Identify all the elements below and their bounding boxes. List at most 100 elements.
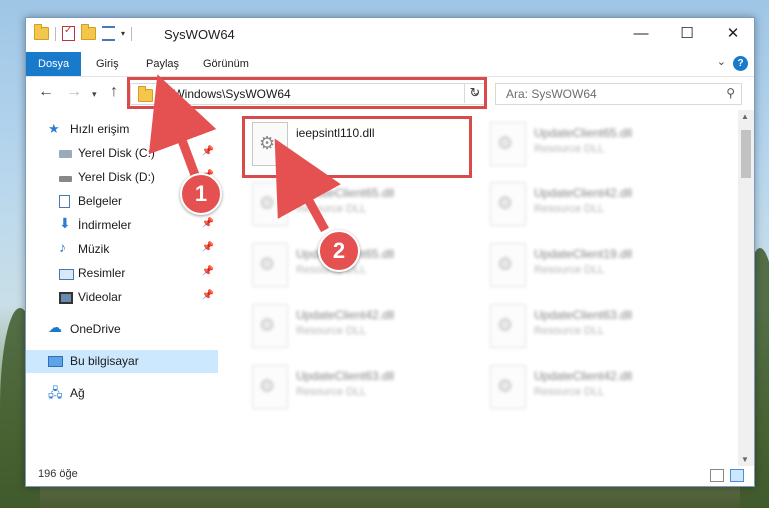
dll-file-icon bbox=[490, 243, 526, 287]
star-icon: ★ bbox=[48, 121, 60, 136]
file-type: Resource DLL bbox=[534, 325, 605, 337]
dll-file-icon bbox=[490, 122, 526, 166]
sidebar-item-label: İndirmeler bbox=[78, 218, 132, 232]
navigation-pane: ★ Hızlı erişim Yerel Disk (C:) 📌 Yerel D… bbox=[26, 110, 218, 466]
search-placeholder: Ara: SysWOW64 bbox=[506, 87, 597, 101]
sidebar-item-this-pc[interactable]: Bu bilgisayar bbox=[26, 350, 218, 373]
dll-file-icon bbox=[252, 365, 288, 409]
pin-icon[interactable]: 📌 bbox=[202, 290, 214, 301]
tab-home[interactable]: Giriş bbox=[84, 52, 131, 76]
step-badge-1: 1 bbox=[180, 173, 222, 215]
folder-icon bbox=[34, 24, 49, 40]
sidebar-item-pictures[interactable]: Resimler 📌 bbox=[26, 262, 218, 285]
close-button[interactable]: ✕ bbox=[710, 18, 754, 48]
chevron-up-icon[interactable]: ⌄ bbox=[717, 55, 726, 68]
title-bar: ▾ SysWOW64 — ☐ ✕ bbox=[26, 18, 754, 52]
sidebar-item-network[interactable]: 🖧 Ağ bbox=[26, 382, 218, 405]
new-folder-icon[interactable] bbox=[81, 24, 96, 40]
item-count: 196 öğe bbox=[38, 468, 78, 480]
document-icon bbox=[59, 195, 70, 208]
file-item[interactable]: UpdateClient65.dll Resource DLL bbox=[484, 120, 704, 170]
recent-locations-icon[interactable]: ▾ bbox=[92, 89, 97, 100]
file-item[interactable]: UpdateClient42.dll Resource DLL bbox=[484, 363, 704, 413]
sidebar-item-label: Resimler bbox=[78, 266, 126, 280]
file-name: UpdateClient63.dll bbox=[534, 308, 633, 322]
file-type: Resource DLL bbox=[534, 386, 605, 398]
video-icon bbox=[59, 292, 73, 304]
sidebar-item-music[interactable]: ♪ Müzik 📌 bbox=[26, 238, 218, 261]
tab-share[interactable]: Paylaş bbox=[134, 52, 191, 76]
file-name: UpdateClient42.dll bbox=[534, 369, 633, 383]
sidebar-item-disk-c[interactable]: Yerel Disk (C:) 📌 bbox=[26, 142, 218, 165]
file-type: Resource DLL bbox=[296, 203, 367, 215]
download-icon: ⬇ bbox=[59, 215, 71, 231]
chevron-down-icon[interactable]: ▾ bbox=[121, 29, 125, 38]
search-input[interactable]: Ara: SysWOW64 ⚲ bbox=[495, 83, 742, 105]
details-view-icon[interactable] bbox=[710, 469, 724, 482]
customize-toolbar-icon[interactable] bbox=[102, 26, 115, 41]
pin-icon[interactable]: 📌 bbox=[202, 146, 214, 157]
file-highlight bbox=[242, 116, 472, 178]
quick-access-toolbar: ▾ bbox=[34, 24, 133, 41]
minimize-button[interactable]: — bbox=[618, 18, 664, 48]
cloud-icon: ☁ bbox=[48, 319, 62, 335]
dll-file-icon bbox=[252, 304, 288, 348]
scrollbar-thumb[interactable] bbox=[741, 130, 751, 178]
file-item[interactable]: UpdateClient65.dll Resource DLL bbox=[246, 180, 466, 230]
sidebar-item-label: Ağ bbox=[70, 386, 85, 400]
sidebar-item-videos[interactable]: Videolar 📌 bbox=[26, 286, 218, 309]
pin-icon[interactable]: 📌 bbox=[202, 218, 214, 229]
dll-file-icon bbox=[252, 243, 288, 287]
back-arrow-icon[interactable]: ← bbox=[38, 83, 54, 101]
file-type: Resource DLL bbox=[534, 264, 605, 276]
file-type: Resource DLL bbox=[296, 325, 367, 337]
drive-icon bbox=[59, 176, 72, 182]
sidebar-item-label: Hızlı erişim bbox=[70, 122, 130, 136]
properties-icon[interactable] bbox=[62, 25, 75, 41]
file-name: UpdateClient65.dll bbox=[296, 186, 395, 200]
file-type: Resource DLL bbox=[296, 386, 367, 398]
tab-view[interactable]: Görünüm bbox=[191, 52, 261, 76]
dll-file-icon bbox=[490, 304, 526, 348]
file-item[interactable]: UpdateClient63.dll Resource DLL bbox=[246, 363, 466, 413]
search-icon[interactable]: ⚲ bbox=[726, 86, 735, 100]
divider bbox=[55, 26, 56, 41]
sidebar-item-onedrive[interactable]: ☁ OneDrive bbox=[26, 318, 218, 341]
file-item[interactable]: UpdateClient42.dll Resource DLL bbox=[246, 302, 466, 352]
file-name: UpdateClient42.dll bbox=[534, 186, 633, 200]
dll-file-icon bbox=[252, 182, 288, 226]
file-type: Resource DLL bbox=[534, 143, 605, 155]
sidebar-item-label: Yerel Disk (D:) bbox=[78, 170, 155, 184]
sidebar-item-downloads[interactable]: ⬇ İndirmeler 📌 bbox=[26, 214, 218, 237]
sidebar-item-quick-access[interactable]: ★ Hızlı erişim bbox=[26, 118, 218, 141]
computer-icon bbox=[48, 356, 63, 367]
address-bar-highlight bbox=[127, 77, 487, 109]
sidebar-item-label: Belgeler bbox=[78, 194, 123, 208]
pin-icon[interactable]: 📌 bbox=[202, 242, 214, 253]
tab-file[interactable]: Dosya bbox=[26, 52, 82, 76]
vertical-scrollbar[interactable]: ▲ ▼ bbox=[738, 110, 754, 466]
dll-file-icon bbox=[490, 182, 526, 226]
file-name: UpdateClient42.dll bbox=[296, 308, 395, 322]
sidebar-item-label: Videolar bbox=[78, 290, 122, 304]
maximize-button[interactable]: ☐ bbox=[664, 18, 710, 48]
forward-arrow-icon[interactable]: → bbox=[66, 83, 82, 101]
step-badge-2: 2 bbox=[318, 230, 360, 272]
pictures-icon bbox=[59, 269, 74, 280]
large-icons-view-icon[interactable] bbox=[730, 469, 744, 482]
up-arrow-icon[interactable]: ↑ bbox=[110, 83, 118, 101]
scroll-up-icon[interactable]: ▲ bbox=[741, 112, 749, 121]
window-title: SysWOW64 bbox=[164, 27, 235, 42]
file-item[interactable]: UpdateClient19.dll Resource DLL bbox=[484, 241, 704, 291]
help-icon[interactable]: ? bbox=[733, 56, 748, 71]
dll-file-icon bbox=[490, 365, 526, 409]
drive-icon bbox=[59, 150, 72, 158]
pin-icon[interactable]: 📌 bbox=[202, 266, 214, 277]
sidebar-item-label: OneDrive bbox=[70, 322, 121, 336]
file-item[interactable]: UpdateClient42.dll Resource DLL bbox=[484, 180, 704, 230]
file-name: UpdateClient63.dll bbox=[296, 369, 395, 383]
music-icon: ♪ bbox=[59, 239, 66, 255]
sidebar-item-label: Yerel Disk (C:) bbox=[78, 146, 155, 160]
scroll-down-icon[interactable]: ▼ bbox=[741, 455, 749, 464]
file-item[interactable]: UpdateClient63.dll Resource DLL bbox=[484, 302, 704, 352]
